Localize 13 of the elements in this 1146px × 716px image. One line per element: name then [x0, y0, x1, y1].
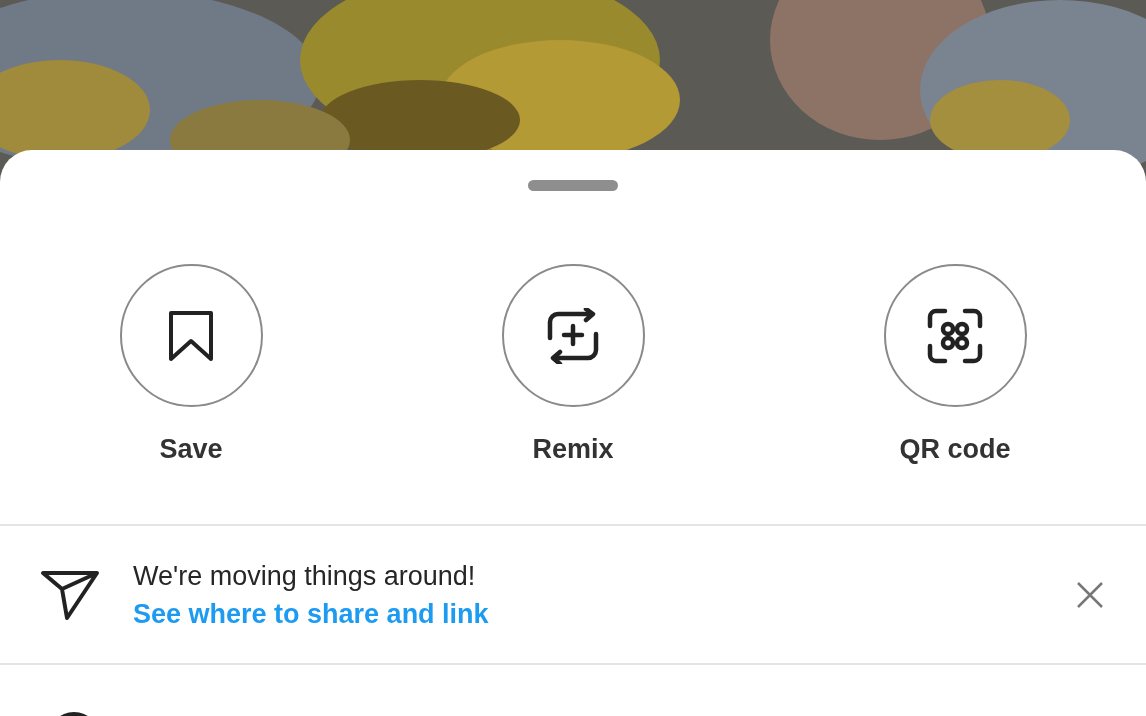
share-link[interactable]: See where to share and link [133, 594, 489, 633]
action-label: Save [159, 433, 223, 466]
notice-message: We're moving things around! [133, 559, 477, 593]
bookmark-icon [168, 309, 214, 362]
qr-code-icon [927, 307, 983, 364]
action-button[interactable] [883, 264, 1027, 407]
action-label: QR code [899, 433, 1011, 466]
close-icon[interactable] [1076, 580, 1104, 609]
action-button[interactable] [119, 264, 263, 407]
send-icon [40, 568, 100, 621]
action-label: Remix [532, 433, 614, 466]
action-button[interactable] [501, 264, 645, 407]
drag-handle[interactable] [528, 180, 618, 191]
